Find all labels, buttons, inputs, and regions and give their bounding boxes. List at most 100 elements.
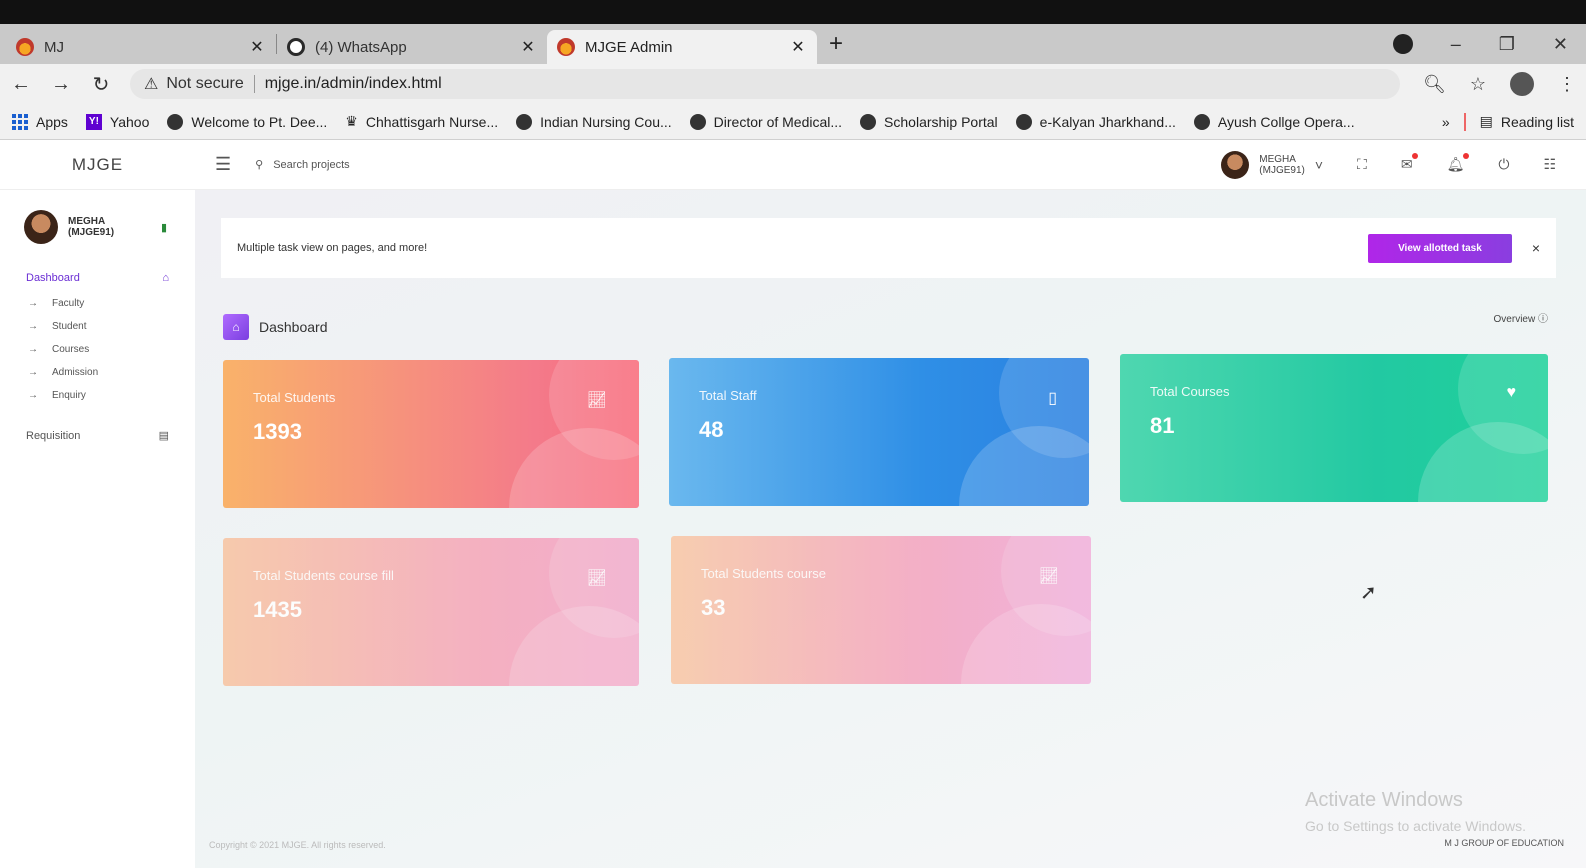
zoom-icon[interactable]: 🔍︎ bbox=[1423, 74, 1446, 95]
yahoo-icon: Y! bbox=[85, 113, 102, 130]
emblem-icon: ♛ bbox=[345, 113, 358, 129]
chart-icon: 📈︎ bbox=[586, 392, 607, 409]
user-name: MEGHA (MJGE91) bbox=[1259, 154, 1305, 176]
site-icon bbox=[1193, 113, 1210, 130]
info-icon: ⓘ bbox=[1538, 314, 1548, 325]
account-avatar[interactable] bbox=[1510, 72, 1534, 96]
profile-icon[interactable] bbox=[1392, 34, 1413, 54]
bookmark-label: Yahoo bbox=[109, 113, 150, 130]
arrow-right-icon: → bbox=[28, 367, 38, 378]
bookmark-item[interactable]: ♛ Chhattisgarh Nurse... bbox=[345, 113, 498, 130]
home-icon: ⌂ bbox=[223, 314, 249, 340]
card-total-students-course[interactable]: Total Students course 33 📈︎ bbox=[671, 536, 1091, 684]
sidebar-item-faculty[interactable]: → Faculty bbox=[0, 292, 195, 315]
bell-icon[interactable]: 🔔︎ bbox=[1447, 153, 1470, 173]
header-actions: MEGHA (MJGE91) ˅ ⛶ ✉ 🔔︎ ⏻ ☷ bbox=[1221, 150, 1586, 179]
avatar bbox=[1221, 150, 1250, 179]
view-allotted-task-button[interactable]: View allotted task bbox=[1368, 233, 1512, 263]
forward-icon[interactable]: → bbox=[50, 73, 72, 96]
bookmark-item[interactable]: Welcome to Pt. Dee... bbox=[167, 113, 327, 130]
sidebar-item-admission[interactable]: → Admission bbox=[0, 361, 195, 384]
avatar bbox=[24, 210, 58, 244]
card-label: Total Students course fill bbox=[253, 568, 394, 583]
whatsapp-favicon-icon bbox=[287, 38, 305, 56]
bookmark-item[interactable]: Indian Nursing Cou... bbox=[516, 113, 672, 130]
minimize-icon[interactable]: – bbox=[1451, 34, 1461, 55]
overview-link[interactable]: Overview ⓘ bbox=[1494, 310, 1548, 325]
home-icon: ⌂ bbox=[162, 272, 169, 284]
user-name-line2: (MJGE91) bbox=[68, 227, 115, 238]
bookmark-apps[interactable]: Apps bbox=[12, 113, 68, 130]
site-icon bbox=[516, 113, 533, 130]
more-bookmarks-button[interactable]: » bbox=[1442, 114, 1450, 130]
tab-whatsapp[interactable]: (4) WhatsApp ✕ bbox=[277, 30, 547, 64]
user-menu[interactable]: MEGHA (MJGE91) ˅ bbox=[1221, 150, 1323, 179]
close-window-icon[interactable]: ✕ bbox=[1553, 34, 1568, 55]
reading-list-icon: ▤ bbox=[1479, 113, 1493, 129]
tab-title: (4) WhatsApp bbox=[315, 38, 407, 56]
sidebar-item-student[interactable]: → Student bbox=[0, 315, 195, 338]
user-name-line1: MEGHA bbox=[68, 216, 106, 227]
tab-bar: MJ ✕ (4) WhatsApp ✕ MJGE Admin ✕ + – ❐ ✕ bbox=[0, 24, 1586, 64]
bookmark-icon[interactable]: ▮ bbox=[161, 221, 167, 234]
bookmark-yahoo[interactable]: Y! Yahoo bbox=[85, 113, 150, 130]
sidebar-item-dashboard[interactable]: Dashboard ⌂ bbox=[0, 264, 195, 292]
sidebar-item-label: Faculty bbox=[52, 298, 85, 309]
close-icon[interactable]: ✕ bbox=[519, 37, 537, 57]
card-total-staff[interactable]: Total Staff 48 ▯ bbox=[669, 358, 1089, 506]
back-icon[interactable]: ← bbox=[10, 73, 32, 96]
sidebar-item-label: Dashboard bbox=[26, 272, 80, 284]
close-icon[interactable]: × bbox=[1532, 240, 1540, 256]
bookmark-item[interactable]: e-Kalyan Jharkhand... bbox=[1015, 113, 1176, 130]
list-icon[interactable]: ☷ bbox=[1543, 156, 1556, 173]
arrow-right-icon: → bbox=[28, 321, 38, 332]
menu-icon[interactable]: ⋮ bbox=[1558, 74, 1576, 95]
sidebar-item-courses[interactable]: → Courses bbox=[0, 338, 195, 361]
card-total-students[interactable]: Total Students 1393 📈︎ bbox=[223, 360, 639, 508]
reload-icon[interactable]: ↻ bbox=[90, 72, 112, 97]
screen-top-border bbox=[0, 0, 1586, 24]
brand-logo[interactable]: MJGE bbox=[0, 155, 195, 175]
reading-list-button[interactable]: ▤ Reading list bbox=[1480, 113, 1574, 130]
bookmark-label: Director of Medical... bbox=[713, 113, 843, 130]
card-total-students-course-fill[interactable]: Total Students course fill 1435 📈︎ bbox=[223, 538, 639, 686]
card-total-courses[interactable]: Total Courses 81 ♥ bbox=[1120, 354, 1548, 502]
sidebar: MEGHA (MJGE91) ▮ Dashboard ⌂ → Faculty → S… bbox=[0, 190, 195, 868]
card-label: Total Staff bbox=[699, 388, 757, 403]
search-icon: ⚲ bbox=[255, 159, 264, 171]
card-label: Total Students course bbox=[701, 566, 827, 581]
mail-icon[interactable]: ✉ bbox=[1401, 153, 1418, 173]
sidebar-item-label: Requisition bbox=[26, 429, 81, 442]
sidebar-item-requisition[interactable]: Requisition ▤ bbox=[0, 407, 195, 450]
search-input[interactable]: ⚲ Search projects bbox=[255, 158, 350, 172]
close-icon[interactable]: ✕ bbox=[248, 37, 266, 57]
restore-icon[interactable]: ❐ bbox=[1499, 34, 1515, 55]
footer-brand: M J GROUP OF EDUCATION bbox=[1444, 838, 1564, 848]
new-tab-button[interactable]: + bbox=[829, 30, 843, 58]
omnibox[interactable]: ⚠ Not secure mjge.in/admin/index.html bbox=[130, 69, 1400, 99]
power-icon[interactable]: ⏻ bbox=[1498, 156, 1509, 173]
bookmark-item[interactable]: Ayush Collge Opera... bbox=[1193, 113, 1355, 130]
bookmark-label: Chhattisgarh Nurse... bbox=[365, 113, 499, 130]
fullscreen-icon[interactable]: ⛶ bbox=[1357, 156, 1367, 173]
bookmark-label: Scholarship Portal bbox=[884, 113, 998, 130]
arrow-right-icon: → bbox=[28, 298, 38, 309]
close-icon[interactable]: ✕ bbox=[789, 37, 807, 57]
globe-icon bbox=[689, 113, 706, 130]
tab-mj[interactable]: MJ ✕ bbox=[6, 30, 276, 64]
bookmark-item[interactable]: Director of Medical... bbox=[689, 113, 843, 130]
notification-dot bbox=[1463, 153, 1470, 159]
heart-icon: ♥ bbox=[1506, 384, 1517, 401]
tab-title: MJGE Admin bbox=[585, 38, 673, 56]
tab-mjge-admin[interactable]: MJGE Admin ✕ bbox=[547, 30, 817, 64]
star-icon[interactable]: ☆ bbox=[1470, 74, 1486, 95]
activate-line2: Go to Settings to activate Windows. bbox=[1305, 818, 1526, 834]
admin-app: MJGE ☰ ⚲ Search projects MEGHA (MJGE91) … bbox=[0, 140, 1586, 868]
bookmark-item[interactable]: Scholarship Portal bbox=[860, 113, 998, 130]
window-controls: – ❐ ✕ bbox=[1392, 24, 1586, 64]
activate-line1: Activate Windows bbox=[1305, 789, 1463, 811]
hamburger-icon[interactable]: ☰ bbox=[215, 154, 231, 175]
page-title: ⌂ Dashboard bbox=[223, 314, 328, 340]
bookmark-label: Indian Nursing Cou... bbox=[540, 113, 672, 130]
sidebar-item-enquiry[interactable]: → Enquiry bbox=[0, 384, 195, 407]
